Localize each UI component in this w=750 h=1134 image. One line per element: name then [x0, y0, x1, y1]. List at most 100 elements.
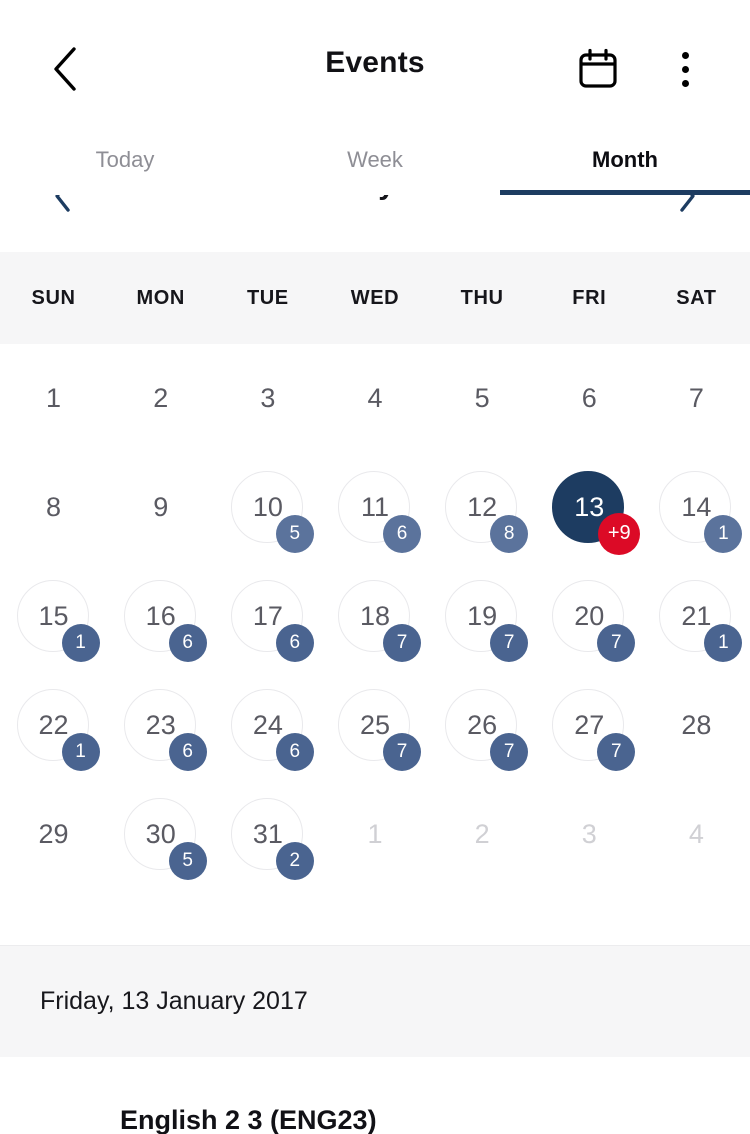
day-cell-16[interactable]: 16 6 [107, 562, 214, 671]
day-number: 19 [467, 601, 498, 631]
day-cell-7[interactable]: 7 [643, 344, 750, 453]
day-number: 17 [252, 601, 283, 631]
tab-today[interactable]: Today [0, 125, 250, 195]
event-count-badge: 6 [168, 732, 207, 771]
day-cell-2[interactable]: 2 [107, 344, 214, 453]
event-count-badge: 6 [168, 623, 207, 662]
calendar-button[interactable] [570, 42, 626, 96]
day-cell-15[interactable]: 15 1 [0, 562, 107, 671]
day-cell-3[interactable]: 3 [214, 344, 321, 453]
more-vertical-icon-dot-3 [681, 79, 689, 87]
weekday-fri: FRI [572, 286, 607, 309]
event-count-badge: 7 [490, 732, 529, 771]
day-inner: 4 [338, 362, 412, 436]
day-cell-25[interactable]: 25 7 [321, 671, 428, 780]
day-cell-14[interactable]: 14 1 [643, 453, 750, 562]
day-number: 16 [145, 601, 176, 631]
day-cell-11[interactable]: 11 6 [321, 453, 428, 562]
day-number: 7 [688, 383, 704, 413]
weekday-tue: TUE [246, 286, 289, 309]
week-row: 8 9 10 5 11 6 12 8 13 +9 14 1 [0, 453, 750, 562]
day-cell-10[interactable]: 10 5 [214, 453, 321, 562]
day-cell-29[interactable]: 29 [0, 780, 107, 889]
day-inner: 8 [17, 471, 91, 545]
day-cell-19[interactable]: 19 7 [429, 562, 536, 671]
weekday-wed: WED [350, 286, 400, 309]
day-number: 1 [367, 819, 383, 849]
day-inner: 2 [124, 362, 198, 436]
day-cell-5[interactable]: 5 [429, 344, 536, 453]
event-count-badge: 6 [382, 514, 421, 553]
day-cell-2: 2 [429, 780, 536, 889]
day-cell-8[interactable]: 8 [0, 453, 107, 562]
day-number: 20 [574, 601, 605, 631]
event-count-badge: 2 [275, 841, 314, 880]
day-inner: 22 1 [16, 688, 100, 771]
day-number: 31 [252, 819, 283, 849]
event-count-badge: 1 [61, 732, 100, 771]
day-inner: 15 1 [16, 579, 100, 662]
day-number: 2 [474, 819, 490, 849]
day-inner: 28 [659, 689, 733, 763]
tab-month[interactable]: Month [500, 125, 750, 195]
day-inner: 24 6 [230, 688, 314, 771]
page-title: Events [325, 46, 425, 79]
day-number: 1 [46, 383, 62, 413]
day-number: 4 [688, 819, 704, 849]
day-number: 9 [153, 492, 169, 522]
day-cell-22[interactable]: 22 1 [0, 671, 107, 780]
day-inner: 29 [17, 798, 91, 872]
day-cell-31[interactable]: 31 2 [214, 780, 321, 889]
selected-date-bar: Friday, 13 January 2017 [0, 945, 750, 1057]
event-count-badge: 7 [597, 732, 636, 771]
day-number: 22 [38, 710, 69, 740]
day-number: 12 [467, 492, 498, 522]
day-cell-1[interactable]: 1 [0, 344, 107, 453]
event-count-badge: 7 [382, 732, 421, 771]
week-row: 1 2 3 4 5 6 7 [0, 344, 750, 453]
day-number: 21 [681, 601, 712, 631]
day-inner: 1 [338, 798, 412, 872]
day-cell-30[interactable]: 30 5 [107, 780, 214, 889]
day-cell-6[interactable]: 6 [536, 344, 643, 453]
day-cell-21[interactable]: 21 1 [643, 562, 750, 671]
more-options-button[interactable] [662, 42, 708, 96]
day-cell-12[interactable]: 12 8 [429, 453, 536, 562]
day-cell-9[interactable]: 9 [107, 453, 214, 562]
day-cell-24[interactable]: 24 6 [214, 671, 321, 780]
tab-week-label: Week [347, 147, 403, 172]
day-number: 2 [153, 383, 169, 413]
event-count-badge: 5 [168, 841, 207, 880]
day-number: 14 [681, 492, 712, 522]
day-cell-28[interactable]: 28 [643, 671, 750, 780]
day-cell-4: 4 [643, 780, 750, 889]
event-item-title[interactable]: English 2 3 (ENG23) [120, 1105, 377, 1134]
day-number: 15 [38, 601, 69, 631]
day-cell-26[interactable]: 26 7 [429, 671, 536, 780]
event-count-badge: 5 [275, 514, 314, 553]
day-cell-27[interactable]: 27 7 [536, 671, 643, 780]
event-count-badge: 7 [382, 623, 421, 662]
day-cell-20[interactable]: 20 7 [536, 562, 643, 671]
event-count-badge: 7 [490, 623, 529, 662]
day-cell-4[interactable]: 4 [321, 344, 428, 453]
tab-week[interactable]: Week [250, 125, 500, 195]
more-vertical-icon-dot-2 [681, 65, 689, 73]
day-number: 23 [145, 710, 176, 740]
day-inner: 3 [231, 362, 305, 436]
day-cell-17[interactable]: 17 6 [214, 562, 321, 671]
day-cell-23[interactable]: 23 6 [107, 671, 214, 780]
day-cell-18[interactable]: 18 7 [321, 562, 428, 671]
event-count-badge: 8 [490, 514, 529, 553]
event-list: English 2 3 (ENG23) [0, 1057, 750, 1134]
day-cell-13[interactable]: 13 +9 [536, 453, 643, 562]
day-number: 3 [260, 383, 276, 413]
day-inner: 20 7 [552, 579, 636, 662]
day-number: 6 [581, 383, 597, 413]
day-inner: 30 5 [123, 797, 207, 880]
day-inner: 14 1 [659, 470, 743, 553]
day-inner: 2 [445, 798, 519, 872]
day-inner: 17 6 [230, 579, 314, 662]
day-number: 25 [359, 710, 390, 740]
day-inner: 13 +9 [552, 470, 641, 555]
